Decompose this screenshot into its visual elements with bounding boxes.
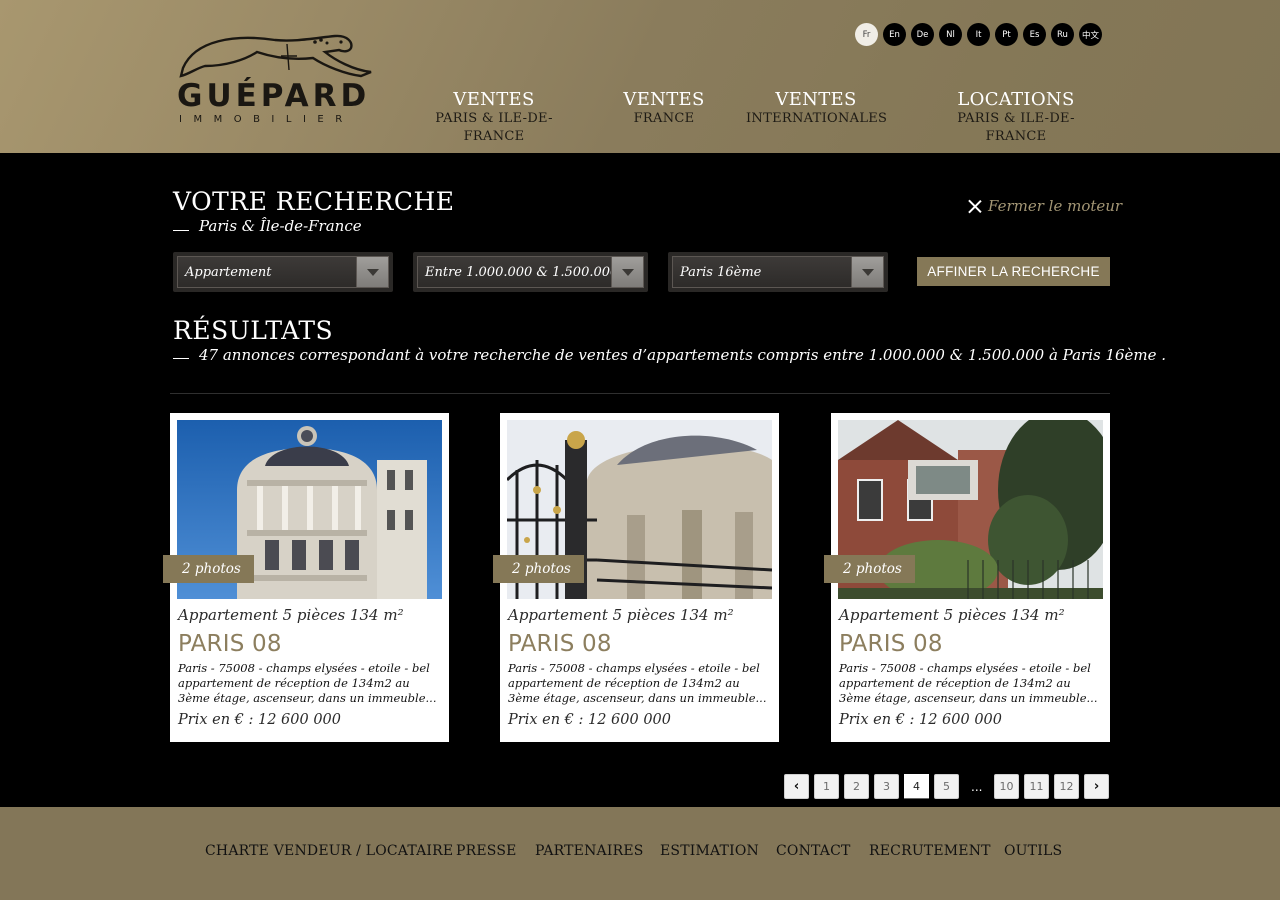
listing-card[interactable]: 2 photos Appartement 5 pièces 134 m² PAR… [493, 413, 779, 742]
listing-price: Prix en € : 12 600 000 [178, 712, 341, 728]
price-range-value: Entre 1.000.000 & 1.500.000 € [425, 265, 631, 280]
site-header: GUÉPARD IMMOBILIER Fr En De Nl It Pt Es Ru 中文 VE… [0, 0, 1280, 153]
listing-city[interactable]: PARIS 08 [839, 631, 943, 657]
nav-ventes-paris[interactable]: VENTES PARIS & ILE-DE-FRANCE [410, 90, 578, 146]
nav-locations-paris[interactable]: LOCATIONS PARIS & ILE-DE-FRANCE [930, 90, 1102, 146]
search-subtitle: Paris & Île-de-France [199, 217, 362, 235]
chevron-right-icon: › [1093, 779, 1100, 794]
subtitle-dash [173, 230, 189, 231]
page-link[interactable]: 10 [994, 774, 1019, 799]
location-value: Paris 16ème [680, 265, 762, 280]
listing-price: Prix en € : 12 600 000 [508, 712, 671, 728]
nav-ventes-france[interactable]: VENTES FRANCE [614, 90, 714, 128]
listing-city[interactable]: PARIS 08 [508, 631, 612, 657]
dropdown-arrow-icon[interactable] [851, 257, 883, 287]
page-link[interactable]: 12 [1054, 774, 1079, 799]
page-link[interactable]: 5 [934, 774, 959, 799]
dropdown-arrow-icon[interactable] [611, 257, 643, 287]
site-footer: CHARTE VENDEUR / LOCATAIRE PRESSE PARTEN… [0, 807, 1280, 900]
language-button[interactable]: Nl [939, 23, 962, 46]
listing-card[interactable]: 2 photos Appartement 5 pièces 134 m² PAR… [163, 413, 449, 742]
results-summary: 47 annonces correspondant à votre recher… [199, 346, 1167, 364]
dropdown-arrow-icon[interactable] [356, 257, 388, 287]
refine-search-button[interactable]: AFFINER LA RECHERCHE [917, 257, 1110, 286]
current-page: 4 [904, 774, 929, 799]
footer-link-contact[interactable]: CONTACT [776, 843, 851, 859]
listing-description: Paris - 75008 - champs elysées - etoile … [508, 661, 767, 705]
language-button[interactable]: Fr [855, 23, 878, 46]
listing-card[interactable]: 2 photos Appartement 5 pièces 134 m² PAR… [824, 413, 1110, 742]
summary-dash [173, 358, 189, 359]
nav-label-main: VENTES [623, 89, 705, 110]
photos-count-badge[interactable]: 2 photos [493, 555, 584, 583]
results-title: RÉSULTATS [173, 316, 334, 345]
listing-description: Paris - 75008 - champs elysées - etoile … [178, 661, 437, 705]
property-type-select[interactable]: Appartement [177, 256, 389, 288]
nav-label-main: VENTES [453, 89, 535, 110]
language-button[interactable]: Pt [995, 23, 1018, 46]
location-select-wrap: Paris 16ème [668, 252, 888, 292]
listing-type: Appartement 5 pièces 134 m² [178, 606, 404, 624]
logo-wordmark: GUÉPARD [177, 78, 371, 114]
guepard-logo[interactable]: GUÉPARD IMMOBILIER [175, 30, 385, 130]
footer-link-partenaires[interactable]: PARTENAIRES [535, 843, 644, 859]
footer-link-charte[interactable]: CHARTE VENDEUR / LOCATAIRE [205, 843, 453, 859]
footer-link-outils[interactable]: OUTILS [1004, 843, 1062, 859]
photos-count-badge[interactable]: 2 photos [824, 555, 915, 583]
language-switcher: Fr En De Nl It Pt Es Ru 中文 [855, 23, 1102, 46]
chevron-left-icon: ‹ [793, 779, 800, 794]
nav-label-sub: PARIS & ILE-DE-FRANCE [957, 111, 1075, 144]
page-link[interactable]: 3 [874, 774, 899, 799]
nav-label-sub: PARIS & ILE-DE-FRANCE [435, 111, 553, 144]
nav-ventes-internationales[interactable]: VENTES INTERNATIONALES [746, 89, 888, 128]
footer-link-presse[interactable]: PRESSE [456, 843, 517, 859]
language-button[interactable]: De [911, 23, 934, 46]
price-select-wrap: Entre 1.000.000 & 1.500.000 € [413, 252, 648, 292]
language-button[interactable]: En [883, 23, 906, 46]
pagination-ellipsis: ... [971, 780, 983, 794]
page-link[interactable]: 11 [1024, 774, 1049, 799]
listing-description: Paris - 75008 - champs elysées - etoile … [839, 661, 1098, 705]
nav-label-sub: INTERNATIONALES [746, 111, 888, 126]
close-search-engine-button[interactable]: Fermer le moteur [968, 197, 1122, 215]
photos-count-badge[interactable]: 2 photos [163, 555, 254, 583]
search-title: VOTRE RECHERCHE [173, 187, 455, 216]
type-select-wrap: Appartement [173, 252, 393, 292]
nav-label-sub: FRANCE [633, 111, 695, 126]
results-divider [170, 393, 1110, 394]
cheetah-logo-icon [179, 34, 372, 78]
footer-link-recrutement[interactable]: RECRUTEMENT [869, 843, 991, 859]
nav-label-main: VENTES [775, 89, 857, 110]
language-button[interactable]: Es [1023, 23, 1046, 46]
listing-city[interactable]: PARIS 08 [178, 631, 282, 657]
listing-price: Prix en € : 12 600 000 [839, 712, 1002, 728]
listing-type: Appartement 5 pièces 134 m² [508, 606, 734, 624]
language-button[interactable]: It [967, 23, 990, 46]
listing-type: Appartement 5 pièces 134 m² [839, 606, 1065, 624]
pagination: ‹ 1 2 3 4 5 ... 10 11 12 › [0, 774, 1280, 799]
next-page-button[interactable]: › [1084, 774, 1109, 799]
footer-link-estimation[interactable]: ESTIMATION [660, 843, 759, 859]
property-type-value: Appartement [185, 265, 272, 280]
nav-label-main: LOCATIONS [957, 89, 1075, 110]
price-range-select[interactable]: Entre 1.000.000 & 1.500.000 € [417, 256, 644, 288]
page-link[interactable]: 2 [844, 774, 869, 799]
page-link[interactable]: 1 [814, 774, 839, 799]
close-icon [968, 199, 982, 213]
previous-page-button[interactable]: ‹ [784, 774, 809, 799]
close-search-label: Fermer le moteur [988, 197, 1123, 215]
logo-tagline: IMMOBILIER [179, 114, 354, 125]
location-select[interactable]: Paris 16ème [672, 256, 884, 288]
language-button[interactable]: Ru [1051, 23, 1074, 46]
language-button[interactable]: 中文 [1079, 23, 1102, 46]
